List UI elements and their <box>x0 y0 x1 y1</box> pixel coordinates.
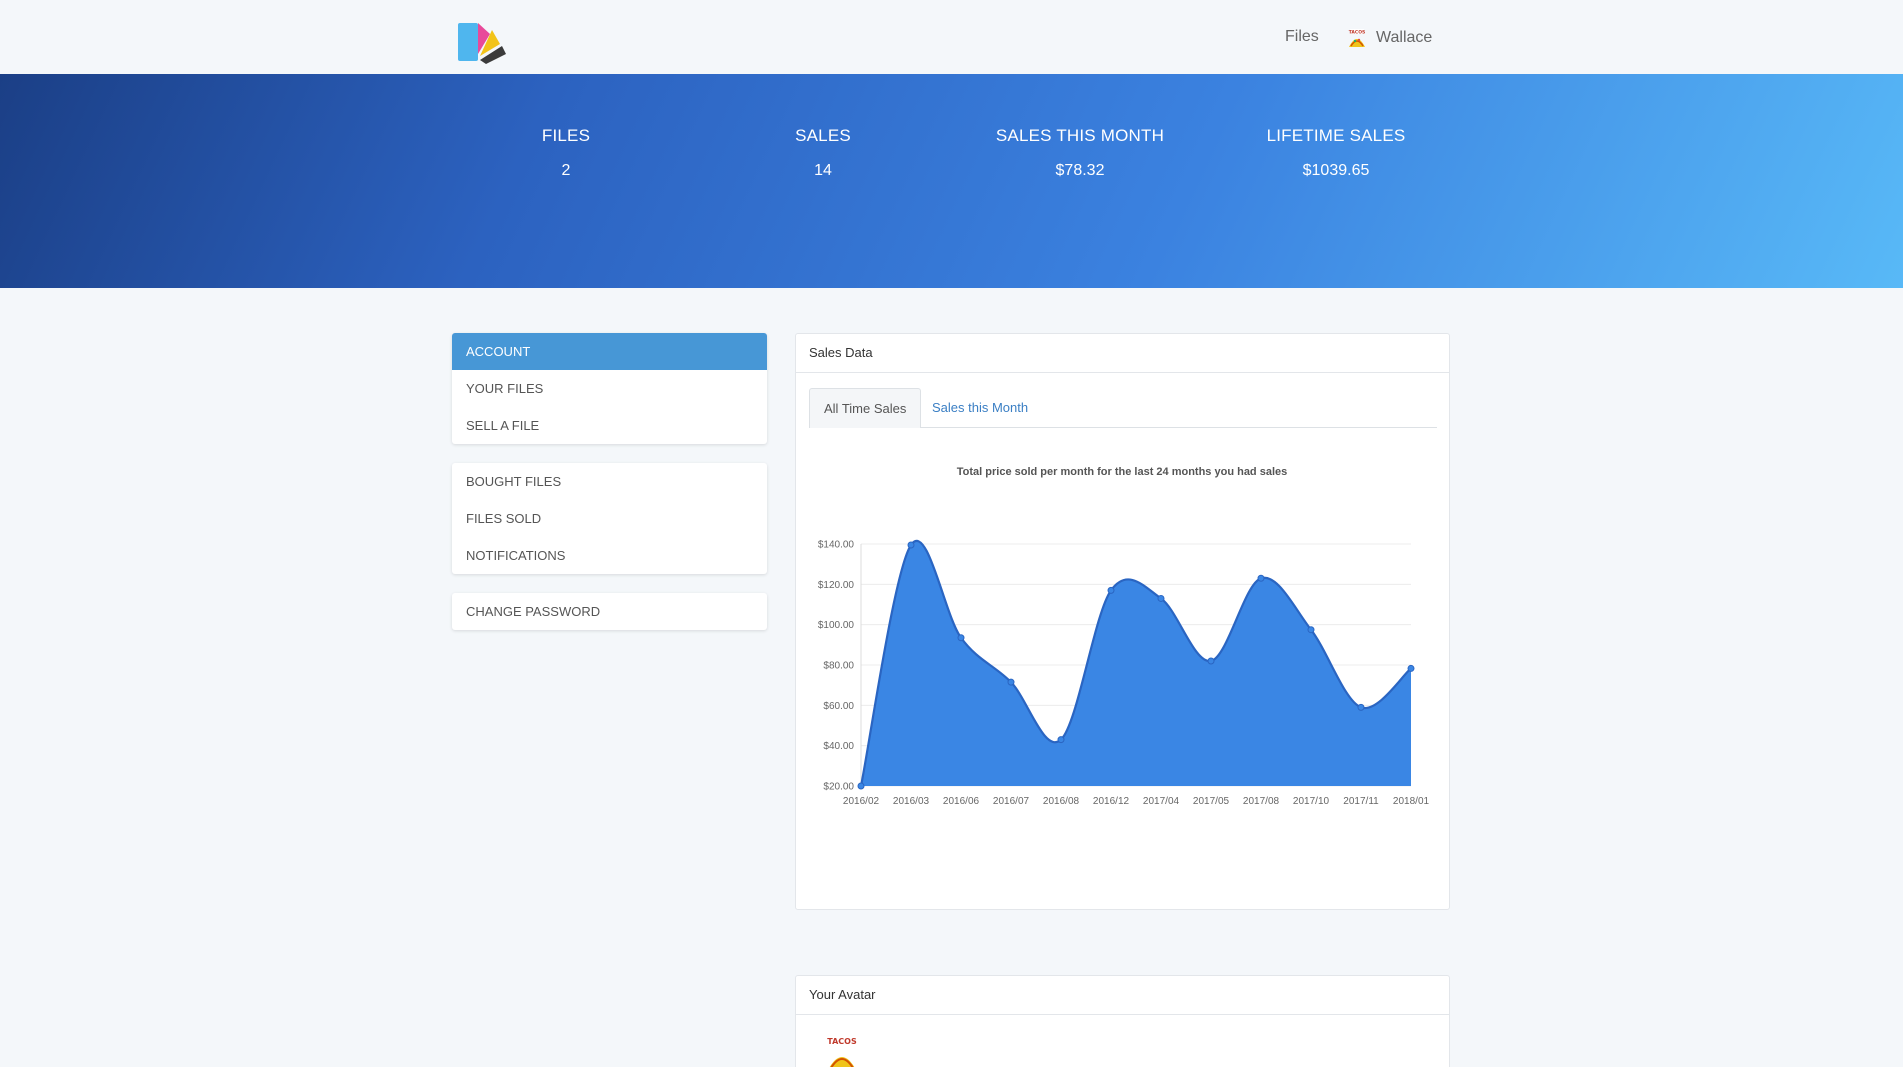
chart-data-point <box>1407 664 1415 672</box>
y-tick-label: $140.00 <box>818 540 855 551</box>
x-tick-label: 2016/08 <box>1043 796 1080 807</box>
chart-data-point <box>1307 626 1315 634</box>
sidebar-item-change-password[interactable]: CHANGE PASSWORD <box>452 593 767 630</box>
x-tick-label: 2017/11 <box>1343 796 1379 807</box>
sidebar-item-account[interactable]: ACCOUNT <box>452 333 767 370</box>
chart-data-point <box>1157 594 1165 602</box>
x-tick-label: 2017/04 <box>1143 796 1180 807</box>
sidebar-item-notifications[interactable]: NOTIFICATIONS <box>452 537 767 574</box>
stat-files: FILES 2 <box>446 126 686 180</box>
stat-lifetime-sales: LIFETIME SALES $1039.65 <box>1216 126 1456 180</box>
stat-value: 2 <box>561 162 571 179</box>
nav-user-menu[interactable]: TACOS Wallace <box>1346 27 1432 49</box>
stats-hero-banner: FILES 2 SALES 14 SALES THIS MONTH $78.32… <box>0 74 1903 288</box>
y-tick-label: $20.00 <box>823 782 854 793</box>
top-navbar: Files TACOS Wallace <box>0 0 1903 74</box>
stat-sales-this-month: SALES THIS MONTH $78.32 <box>960 126 1200 180</box>
avatar-tacos-text: TACOS <box>1349 30 1366 36</box>
chart-data-point <box>907 541 915 549</box>
stat-sales: SALES 14 <box>703 126 943 180</box>
sidebar-item-files-sold[interactable]: FILES SOLD <box>452 500 767 537</box>
stat-value: $1039.65 <box>1302 162 1370 179</box>
stat-value: $78.32 <box>1055 162 1105 179</box>
avatar-panel: Your Avatar TACOS <box>795 975 1450 1067</box>
x-tick-label: 2017/05 <box>1193 796 1230 807</box>
sales-area-chart: Total price sold per month for the last … <box>818 466 1430 807</box>
sidebar-item-your-files[interactable]: YOUR FILES <box>452 370 767 407</box>
avatar-image-icon[interactable]: TACOS <box>822 1036 862 1067</box>
x-tick-label: 2016/02 <box>843 796 880 807</box>
stat-label: FILES <box>541 126 591 145</box>
y-tick-label: $100.00 <box>818 620 855 631</box>
x-tick-label: 2017/10 <box>1293 796 1330 807</box>
panel-title: Sales Data <box>796 334 1449 373</box>
sidebar-menu-activity: BOUGHT FILES FILES SOLD NOTIFICATIONS <box>452 463 767 574</box>
chart-data-point <box>1207 657 1215 665</box>
tab-all-time-sales[interactable]: All Time Sales <box>809 388 922 428</box>
stat-label: SALES <box>795 126 851 145</box>
x-tick-label: 2016/06 <box>943 796 980 807</box>
chart-title: Total price sold per month for the last … <box>957 466 1287 478</box>
sidebar-item-sell-a-file[interactable]: SELL A FILE <box>452 407 767 444</box>
nav-files-link[interactable]: Files <box>1285 28 1319 46</box>
x-tick-label: 2018/01 <box>1393 796 1430 807</box>
sales-tabs: All Time Sales Sales this Month <box>809 388 1437 428</box>
tab-sales-this-month[interactable]: Sales this Month <box>918 388 1042 428</box>
chart-data-point <box>1257 574 1265 582</box>
chart-data-point <box>1057 736 1065 744</box>
user-avatar-icon: TACOS <box>1349 29 1366 47</box>
x-tick-label: 2016/12 <box>1093 796 1130 807</box>
nav-user-name: Wallace <box>1376 29 1433 46</box>
sales-data-panel: Sales Data All Time Sales Sales this Mon… <box>795 333 1450 910</box>
y-tick-label: $120.00 <box>818 580 855 591</box>
sidebar-menu-account: ACCOUNT YOUR FILES SELL A FILE <box>452 333 767 444</box>
chart-data-point <box>957 634 965 642</box>
stat-label: SALES THIS MONTH <box>995 126 1165 145</box>
chart-area-fill <box>861 540 1411 786</box>
stat-label: LIFETIME SALES <box>1266 126 1406 145</box>
x-tick-label: 2017/08 <box>1243 796 1280 807</box>
sidebar-item-bought-files[interactable]: BOUGHT FILES <box>452 463 767 500</box>
y-tick-label: $60.00 <box>823 701 854 712</box>
y-tick-label: $80.00 <box>823 661 854 672</box>
y-tick-label: $40.00 <box>823 741 854 752</box>
sidebar-menu-security: CHANGE PASSWORD <box>452 593 767 630</box>
chart-data-point <box>1007 678 1015 686</box>
stat-value: 14 <box>814 162 832 179</box>
x-tick-label: 2016/03 <box>893 796 930 807</box>
x-tick-label: 2016/07 <box>993 796 1030 807</box>
app-logo-icon[interactable] <box>456 20 506 64</box>
chart-data-point <box>1357 703 1365 711</box>
sales-chart-container: Total price sold per month for the last … <box>796 454 1449 874</box>
panel-title: Your Avatar <box>796 976 1449 1015</box>
avatar-tacos-text: TACOS <box>827 1037 857 1046</box>
chart-data-point <box>857 782 865 790</box>
chart-data-point <box>1107 586 1115 594</box>
